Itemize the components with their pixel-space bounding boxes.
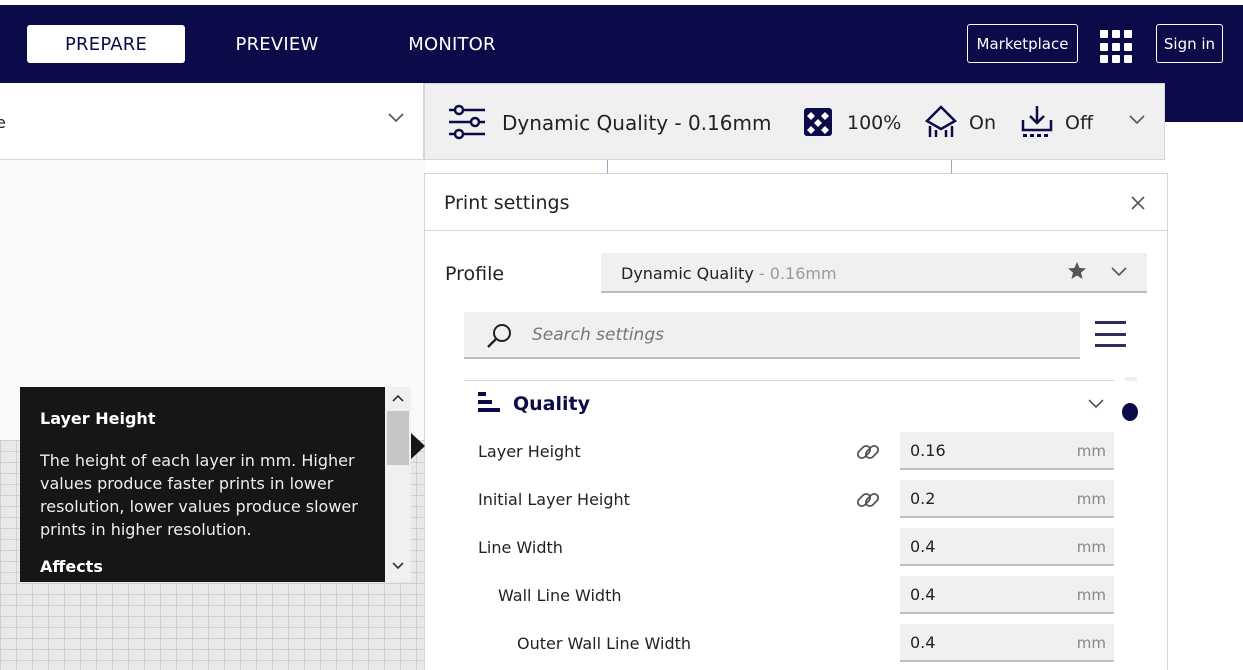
chevron-up-icon[interactable] <box>391 391 405 407</box>
category-quality-label[interactable]: Quality <box>513 393 590 415</box>
setting-label-layer-height: Layer Height <box>478 442 581 461</box>
panel-header: Print settings <box>425 174 1167 231</box>
tooltip-pointer <box>411 433 425 459</box>
print-settings-panel: Print settings Profile Dynamic Quality -… <box>424 173 1168 670</box>
infill-value: 100% <box>847 112 902 134</box>
divider <box>464 380 1114 381</box>
printer-selector-label: e <box>0 113 6 132</box>
top-bar: PREPARE PREVIEW MONITOR Marketplace Sign… <box>0 5 1243 83</box>
settings-menu-icon[interactable] <box>1095 321 1126 347</box>
search-icon <box>485 322 513 354</box>
profile-summary-label: Dynamic Quality - 0.16mm <box>502 111 772 135</box>
setting-field-wall-line-width[interactable]: 0.4 mm <box>900 576 1114 614</box>
infill-icon <box>803 107 833 141</box>
quality-category-icon <box>478 392 502 418</box>
profile-dropdown-value: Dynamic Quality - 0.16mm <box>621 264 837 283</box>
tooltip-body: The height of each layer in mm. Higher v… <box>40 451 358 539</box>
star-icon[interactable] <box>1067 261 1087 286</box>
tab-monitor[interactable]: MONITOR <box>385 25 519 63</box>
search-settings-input[interactable] <box>532 321 1052 349</box>
top-bar-extension <box>1165 83 1243 122</box>
scrollbar-handle[interactable] <box>1122 403 1138 421</box>
setting-value[interactable]: 0.4 <box>910 633 935 652</box>
chevron-down-icon[interactable] <box>391 559 405 575</box>
tooltip-title: Layer Height <box>40 409 156 428</box>
tab-prepare[interactable]: PREPARE <box>27 25 185 63</box>
setting-value[interactable]: 0.2 <box>910 489 935 508</box>
tooltip-scrollbar[interactable] <box>385 387 411 582</box>
setting-value[interactable]: 0.4 <box>910 585 935 604</box>
setting-label-wall-line-width: Wall Line Width <box>498 586 622 605</box>
scrollbar-thumb[interactable] <box>387 411 409 465</box>
scrollbar-track <box>1125 377 1137 381</box>
setting-unit: mm <box>1076 586 1106 604</box>
panel-title: Print settings <box>444 192 570 214</box>
setting-field-line-width[interactable]: 0.4 mm <box>900 528 1114 566</box>
chevron-down-icon[interactable] <box>1086 396 1106 415</box>
setting-field-initial-layer-height[interactable]: 0.2 mm <box>900 480 1114 518</box>
printer-selector[interactable]: e <box>0 83 424 160</box>
sign-in-button[interactable]: Sign in <box>1156 24 1223 63</box>
setting-unit: mm <box>1076 490 1106 508</box>
settings-sliders-icon <box>447 104 487 144</box>
setting-label-outer-wall-line-width: Outer Wall Line Width <box>517 634 692 653</box>
print-settings-summary[interactable]: Dynamic Quality - 0.16mm 100% On Off <box>424 83 1165 160</box>
support-icon <box>924 104 958 144</box>
setting-unit: mm <box>1076 442 1106 460</box>
profile-label: Profile <box>445 263 505 285</box>
chevron-down-icon <box>386 110 406 129</box>
link-icon[interactable] <box>855 487 881 517</box>
setting-label-initial-layer-height: Initial Layer Height <box>478 490 630 509</box>
marketplace-button[interactable]: Marketplace <box>967 24 1078 63</box>
adhesion-value: Off <box>1065 112 1094 134</box>
setting-value[interactable]: 0.16 <box>910 441 946 460</box>
setting-field-layer-height[interactable]: 0.16 mm <box>900 432 1114 470</box>
support-value: On <box>969 112 996 134</box>
setting-value[interactable]: 0.4 <box>910 537 935 556</box>
chevron-down-icon <box>1109 264 1129 283</box>
setting-unit: mm <box>1076 538 1106 556</box>
tab-preview[interactable]: PREVIEW <box>215 25 339 63</box>
close-icon[interactable] <box>1130 192 1146 216</box>
panel-connector <box>607 160 952 173</box>
setting-tooltip: Layer Height The height of each layer in… <box>20 387 385 582</box>
chevron-down-icon[interactable] <box>1127 112 1147 131</box>
setting-unit: mm <box>1076 634 1106 652</box>
setting-label-line-width: Line Width <box>478 538 563 557</box>
link-icon[interactable] <box>855 439 881 469</box>
search-settings-box[interactable] <box>464 312 1080 359</box>
adhesion-icon <box>1020 104 1054 144</box>
apps-grid-icon[interactable] <box>1100 30 1134 64</box>
tooltip-affects-heading: Affects <box>40 557 103 576</box>
setting-field-outer-wall-line-width[interactable]: 0.4 mm <box>900 624 1114 662</box>
profile-dropdown[interactable]: Dynamic Quality - 0.16mm <box>601 253 1147 293</box>
